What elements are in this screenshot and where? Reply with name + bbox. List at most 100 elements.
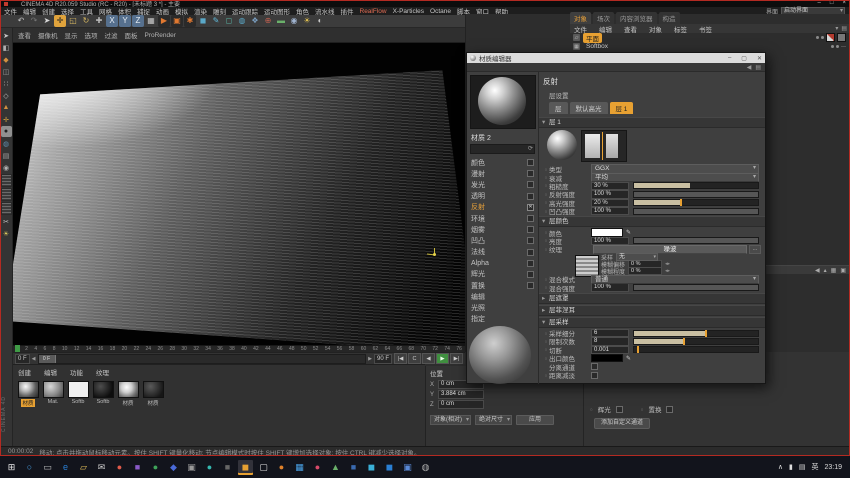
object-row-Softbox[interactable]: ▦Softbox— bbox=[570, 42, 850, 51]
tray-icon[interactable]: ▮ bbox=[789, 463, 793, 471]
layer-tab-层 1[interactable]: 层 1 bbox=[610, 102, 634, 114]
texture-strip-icon[interactable] bbox=[1, 202, 12, 215]
blend-mode-dropdown[interactable]: 普通 bbox=[591, 275, 759, 285]
app-cyan-icon[interactable]: ◼ bbox=[364, 460, 379, 475]
channel-extra-指定[interactable]: 指定 bbox=[467, 314, 538, 325]
channel-row-透明[interactable]: 透明 bbox=[467, 191, 538, 202]
app-green-icon[interactable]: ● bbox=[148, 460, 163, 475]
channel-row-颜色[interactable]: 颜色 bbox=[467, 157, 538, 168]
attenuation-dropdown[interactable]: 平均 bbox=[591, 173, 759, 183]
displacement-checkbox[interactable] bbox=[666, 406, 673, 413]
channel-row-法线[interactable]: 法线 bbox=[467, 247, 538, 258]
manager-tab-构造[interactable]: 构造 bbox=[659, 12, 680, 24]
field-icon[interactable]: ❖ bbox=[249, 15, 261, 27]
attribute-header-icon[interactable]: ▣ bbox=[840, 267, 846, 274]
sampling-subdiv-slider[interactable] bbox=[633, 330, 759, 337]
viewport-menu-查看[interactable]: 查看 bbox=[18, 30, 31, 40]
workplane-mode-icon[interactable]: ◫ bbox=[1, 66, 12, 77]
app-blue-icon[interactable]: ◆ bbox=[166, 460, 181, 475]
scale-tool-icon[interactable]: ◱ bbox=[67, 15, 79, 27]
channel-row-凹凸[interactable]: 凹凸 bbox=[467, 235, 538, 246]
menu-item-Octane[interactable]: Octane bbox=[430, 8, 451, 15]
app-blue3-icon[interactable]: ■ bbox=[346, 460, 361, 475]
channel-checkbox-辉光[interactable] bbox=[527, 271, 534, 278]
material-swatch-4[interactable]: 材质 bbox=[117, 381, 139, 407]
channel-checkbox-烟雾[interactable] bbox=[527, 226, 534, 233]
object-manager-header-icon[interactable]: ▤ bbox=[841, 25, 847, 32]
material-swatch-2[interactable]: Softb bbox=[67, 381, 89, 407]
layer1-section-bar[interactable]: ▾层 1 bbox=[539, 117, 765, 128]
app-orange-icon[interactable]: ● bbox=[274, 460, 289, 475]
separate-pass-checkbox[interactable] bbox=[591, 363, 598, 370]
app-blue4-icon[interactable]: ◼ bbox=[382, 460, 397, 475]
transport-button-▶[interactable]: ▶ bbox=[436, 353, 449, 364]
timeline-ruler[interactable]: 0246810121416182022242628303234363840424… bbox=[13, 345, 465, 352]
material-swatch-1[interactable]: Mat. bbox=[42, 381, 64, 407]
layer-tab-默认高光[interactable]: 默认高光 bbox=[570, 102, 608, 114]
maximize-button[interactable]: □ bbox=[830, 0, 834, 6]
transport-button-|◀[interactable]: |◀ bbox=[394, 353, 407, 364]
blend-strength-slider[interactable] bbox=[633, 284, 759, 291]
channel-row-环境[interactable]: 环境 bbox=[467, 213, 538, 224]
dialog-minimize-icon[interactable]: ‒ bbox=[728, 55, 731, 61]
glow-checkbox[interactable] bbox=[616, 406, 623, 413]
reflection-strength-slider[interactable] bbox=[633, 191, 759, 198]
dialog-strip-icon[interactable]: ◀ bbox=[747, 64, 752, 71]
snap-tool-icon[interactable]: ◍ bbox=[1, 138, 12, 149]
phong-tag-icon[interactable] bbox=[837, 33, 846, 42]
last-tool-icon[interactable]: ✚ bbox=[93, 15, 105, 27]
transport-button-▶|[interactable]: ▶| bbox=[450, 353, 463, 364]
light-object-icon[interactable]: ☀ bbox=[301, 15, 313, 27]
render-picture-viewer-icon[interactable]: ▣ bbox=[171, 15, 183, 27]
coord-system-icon[interactable]: ▦ bbox=[145, 15, 157, 27]
app-gray-icon[interactable]: ▣ bbox=[184, 460, 199, 475]
attribute-header-icon[interactable]: ◀ bbox=[815, 267, 820, 274]
dialog-maximize-icon[interactable]: ▢ bbox=[741, 55, 747, 62]
channel-checkbox-颜色[interactable] bbox=[527, 159, 534, 166]
channel-checkbox-Alpha[interactable] bbox=[527, 260, 534, 267]
texture-mode-icon[interactable]: ◆ bbox=[1, 54, 12, 65]
channel-checkbox-环境[interactable] bbox=[527, 215, 534, 222]
exit-color-swatch[interactable] bbox=[591, 354, 623, 363]
timeline-end-field[interactable]: 90 F bbox=[374, 354, 392, 364]
viewport-menu-过滤[interactable]: 过滤 bbox=[105, 30, 118, 40]
material-swatch-3[interactable]: Softb bbox=[92, 381, 114, 407]
minimize-button[interactable]: – bbox=[818, 0, 821, 6]
coordinate-value-Z[interactable]: 0 cm bbox=[438, 400, 484, 409]
material-name-input[interactable]: ⟳ bbox=[470, 144, 535, 154]
cinema4d-icon[interactable]: ◼ bbox=[238, 460, 253, 475]
timeline-handle[interactable]: 0 F bbox=[39, 355, 56, 363]
timeline-right-arrow-icon[interactable]: ▶ bbox=[368, 356, 372, 362]
clamp-slider[interactable] bbox=[633, 338, 759, 345]
collapsed-section-层菲涅耳[interactable]: ▸层菲涅耳 bbox=[539, 305, 765, 316]
app-blue5-icon[interactable]: ▣ bbox=[400, 460, 415, 475]
mail-icon[interactable]: ✉ bbox=[94, 460, 109, 475]
material-swatch-0[interactable]: 材质 bbox=[17, 381, 39, 407]
model-mode-icon[interactable]: ◧ bbox=[1, 42, 12, 53]
menu-item-RealFlow[interactable]: RealFlow bbox=[360, 8, 387, 15]
polygons-mode-icon[interactable]: ▲ bbox=[1, 102, 12, 113]
timeline-track[interactable]: 0 F bbox=[38, 354, 367, 364]
viewport-menu-选项[interactable]: 选项 bbox=[85, 30, 98, 40]
browser-icon[interactable]: e bbox=[58, 460, 73, 475]
axis-mode-icon[interactable]: ✛ bbox=[1, 114, 12, 125]
spline-pen-icon[interactable]: ✎ bbox=[210, 15, 222, 27]
task-view-icon[interactable]: ▭ bbox=[40, 460, 55, 475]
timeline-left-arrow-icon[interactable]: ◀ bbox=[32, 356, 36, 362]
tray-icon[interactable]: 英 bbox=[811, 462, 818, 472]
lamp-tool-icon[interactable]: ☀ bbox=[1, 228, 12, 239]
channel-extra-编辑[interactable]: 编辑 bbox=[467, 291, 538, 302]
object-manager-menu-编辑[interactable]: 编辑 bbox=[599, 24, 612, 34]
viewport-menu-ProRender[interactable]: ProRender bbox=[145, 32, 176, 39]
enable-dot[interactable] bbox=[816, 36, 819, 39]
bump-strength-slider[interactable] bbox=[633, 208, 759, 215]
attribute-header-icon[interactable]: ▦ bbox=[831, 267, 837, 274]
channel-row-置换[interactable]: 置换 bbox=[467, 280, 538, 291]
distance-dim-checkbox[interactable] bbox=[591, 372, 598, 379]
channel-row-漫射[interactable]: 漫射 bbox=[467, 168, 538, 179]
search-icon[interactable]: ○ bbox=[22, 460, 37, 475]
timeline-playhead[interactable] bbox=[15, 345, 20, 352]
close-button[interactable]: × bbox=[842, 0, 846, 6]
explorer-icon[interactable]: ▱ bbox=[76, 460, 91, 475]
material-manager-menu-创建[interactable]: 创建 bbox=[18, 367, 31, 377]
